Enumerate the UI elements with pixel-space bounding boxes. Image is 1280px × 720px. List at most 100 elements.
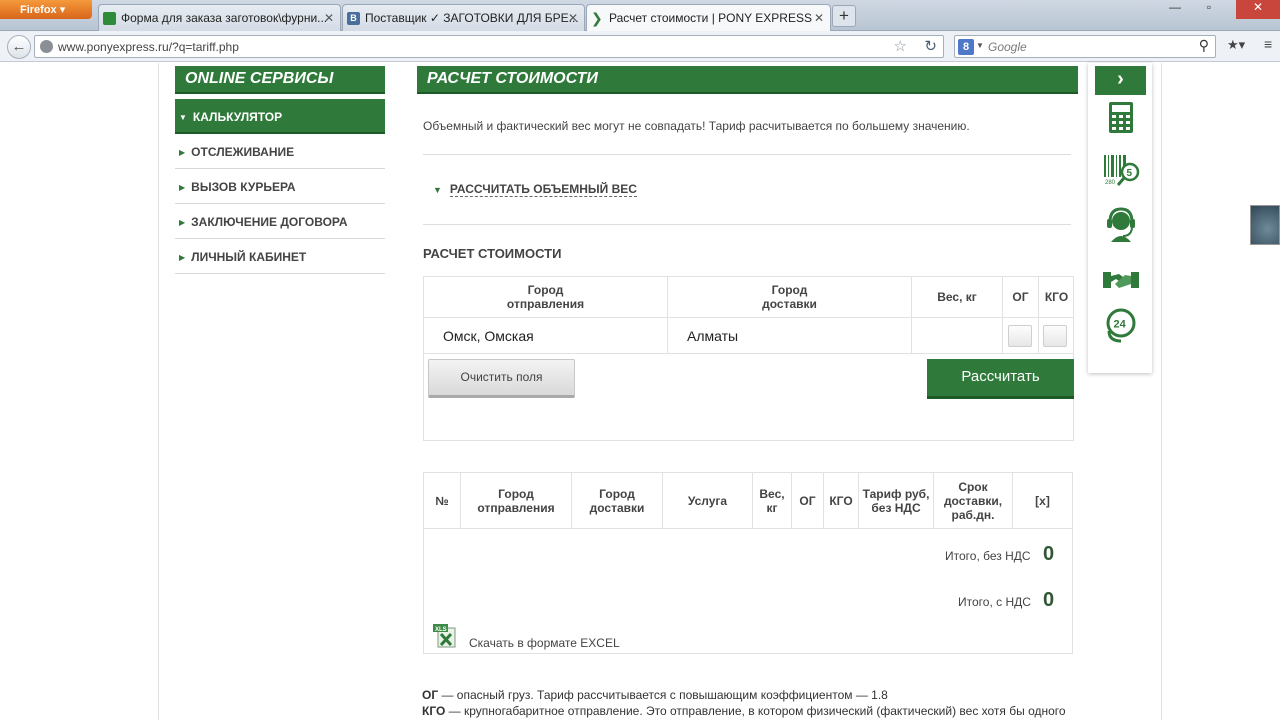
results-table: № Город отправления Город доставки Услуг… (423, 472, 1073, 654)
col-header-from-city: Город отправления (461, 473, 572, 529)
col-header-remove: [x] (1013, 473, 1072, 529)
close-icon[interactable]: ✕ (814, 11, 824, 25)
tracking-badge: 5 (1127, 168, 1133, 179)
pony-express-chevron-icon: ❯ (591, 10, 603, 26)
triangle-right-icon: ▶ (179, 218, 186, 227)
sidebar-item-calculator[interactable]: ▼ КАЛЬКУЛЯТОР (175, 99, 385, 134)
close-icon[interactable]: ✕ (568, 11, 578, 25)
page-content: ONLINE СЕРВИСЫ ▼ КАЛЬКУЛЯТОР ▶ ОТСЛЕЖИВАНИ… (0, 63, 1280, 720)
reload-icon[interactable]: ↻ (924, 37, 937, 55)
triangle-down-icon: ▼ (179, 113, 187, 122)
total-vat-label: Итого, с НДС (958, 595, 1031, 609)
legend-kgo-text: — крупногабаритное отправление. Это отпр… (445, 704, 1066, 718)
col-header-og: ОГ (792, 473, 824, 529)
excel-icon-caption: XLS (435, 627, 447, 633)
handshake-contract-icon[interactable] (1101, 262, 1141, 302)
excel-icon[interactable]: XLS (433, 624, 457, 648)
sidebar-item-label: КАЛЬКУЛЯТОР (192, 110, 283, 124)
legend-og-term: ОГ (422, 688, 439, 702)
col-header-to-city: Город доставки (668, 277, 912, 318)
calculate-button[interactable]: Рассчитать (927, 359, 1074, 399)
legend-og: ОГ — опасный груз. Тариф рассчитывается … (422, 688, 888, 702)
legend-kgo: КГО — крупногабаритное отправление. Это … (422, 704, 1066, 718)
col-header-weight: Вес, кг (912, 277, 1003, 318)
col-header-service: Услуга (663, 473, 753, 529)
col-header-weight: Вес, кг (753, 473, 792, 529)
to-city-input[interactable]: Алматы (668, 318, 912, 354)
maximize-button[interactable]: ▫ (1194, 0, 1224, 19)
tab-supplier[interactable]: B Поставщик ✓ ЗАГОТОВКИ ДЛЯ БРЕ... ✕ (342, 4, 585, 31)
tab-pony-express[interactable]: ❯ Расчет стоимости | PONY EXPRESS ✕ (586, 4, 831, 31)
back-button[interactable]: ← (7, 35, 31, 59)
col-header-og: ОГ (1003, 277, 1039, 318)
download-excel-link[interactable]: Скачать в формате EXCEL (469, 636, 620, 650)
window-close-button[interactable]: ✕ (1236, 0, 1280, 19)
col-header-tariff: Тариф руб, без НДС (859, 473, 934, 529)
triangle-down-icon: ▼ (433, 185, 442, 195)
tab-order-form[interactable]: Форма для заказа заготовок\фурни... ✕ (98, 4, 341, 31)
legend-kgo-term: КГО (422, 704, 446, 718)
calculator-icon[interactable] (1101, 98, 1141, 138)
og-cell (1003, 318, 1039, 354)
total-no-vat-label: Итого, без НДС (945, 549, 1031, 563)
legend-og-text: — опасный груз. Тариф рассчитывается с п… (438, 688, 888, 702)
col-header-kgo: КГО (1039, 277, 1074, 318)
barcode-tracking-icon[interactable]: 280 5 (1101, 151, 1141, 191)
og-checkbox[interactable] (1008, 325, 1032, 347)
col-header-kgo: КГО (824, 473, 859, 529)
operator-headset-icon[interactable] (1101, 204, 1141, 244)
url-text: www.ponyexpress.ru/?q=tariff.php (58, 40, 239, 54)
browser-tab-bar: Firefox ▾ Форма для заказа заготовок\фур… (0, 0, 1280, 31)
divider (423, 224, 1071, 225)
search-icon[interactable]: ⚲ (1199, 37, 1209, 54)
triangle-right-icon: ▶ (179, 253, 186, 262)
tab-title: Поставщик ✓ ЗАГОТОВКИ ДЛЯ БРЕ... (365, 11, 579, 25)
sidebar-item-label: ОТСЛЕЖИВАНИЕ (191, 145, 295, 159)
weight-input[interactable] (912, 318, 1003, 354)
weight-notice: Объемный и фактический вес могут не совп… (423, 119, 970, 133)
sidebar-title: ONLINE СЕРВИСЫ (175, 66, 385, 94)
globe-icon (40, 40, 53, 53)
from-city-input[interactable]: Омск, Омская (424, 318, 668, 354)
close-icon[interactable]: ✕ (324, 11, 334, 25)
triangle-right-icon: ▶ (179, 148, 186, 157)
calc-volume-toggle[interactable]: ▼ РАССЧИТАТЬ ОБЪЕМНЫЙ ВЕС (433, 182, 637, 197)
kgo-cell (1039, 318, 1074, 354)
col-header-to-city: Город доставки (572, 473, 663, 529)
firefox-menu-button[interactable]: Firefox ▾ (0, 0, 92, 19)
rail-collapse-button[interactable]: › (1095, 66, 1146, 95)
address-bar[interactable]: www.ponyexpress.ru/?q=tariff.php ☆ ↻ (34, 35, 944, 58)
firefox-menu-label: Firefox (20, 4, 57, 16)
side-widget-thumbnail[interactable] (1250, 205, 1280, 245)
new-tab-button[interactable]: + (832, 5, 856, 27)
tab-title: Форма для заказа заготовок\фурни... (121, 11, 328, 25)
sidebar-item-account[interactable]: ▶ ЛИЧНЫЙ КАБИНЕТ (175, 239, 385, 274)
triangle-right-icon: ▶ (179, 183, 186, 192)
col-header-number: № (424, 473, 461, 529)
support-24-icon[interactable]: 24 (1101, 305, 1141, 345)
bookmarks-menu-button[interactable]: ★▾ (1227, 37, 1259, 57)
search-bar[interactable]: 8 ▼ Google ⚲ (954, 35, 1216, 58)
col-header-delivery-term: Срок доставки, раб.дн. (934, 473, 1013, 529)
sidebar-item-courier[interactable]: ▶ ВЫЗОВ КУРЬЕРА (175, 169, 385, 204)
total-no-vat-value: 0 (1043, 543, 1055, 565)
minimize-button[interactable]: — (1160, 0, 1190, 19)
kgo-checkbox[interactable] (1043, 325, 1067, 347)
vk-icon: B (347, 12, 360, 25)
page-title: РАСЧЕТ СТОИМОСТИ (417, 66, 1078, 94)
browser-nav-bar: ← www.ponyexpress.ru/?q=tariff.php ☆ ↻ 8… (0, 31, 1280, 62)
barcode-caption: 280 (1105, 180, 1116, 186)
sidebar-item-label: ЗАКЛЮЧЕНИЕ ДОГОВОРА (191, 215, 348, 229)
sidebar-item-tracking[interactable]: ▶ ОТСЛЕЖИВАНИЕ (175, 134, 385, 169)
chevron-down-icon[interactable]: ▼ (976, 41, 984, 50)
bookmark-star-icon[interactable]: ☆ (894, 37, 907, 55)
sidebar-item-contract[interactable]: ▶ ЗАКЛЮЧЕНИЕ ДОГОВОРА (175, 204, 385, 239)
tab-title: Расчет стоимости | PONY EXPRESS (609, 11, 812, 25)
menu-button[interactable]: ≡ (1264, 36, 1278, 56)
search-engine-icon[interactable]: 8 (958, 39, 974, 55)
calc-volume-link[interactable]: РАССЧИТАТЬ ОБЪЕМНЫЙ ВЕС (449, 182, 637, 197)
section-title: РАСЧЕТ СТОИМОСТИ (423, 246, 562, 261)
clear-fields-button[interactable]: Очистить поля (428, 359, 575, 398)
col-header-from-city: Город отправления (424, 277, 668, 318)
support-24-badge: 24 (1114, 319, 1127, 331)
